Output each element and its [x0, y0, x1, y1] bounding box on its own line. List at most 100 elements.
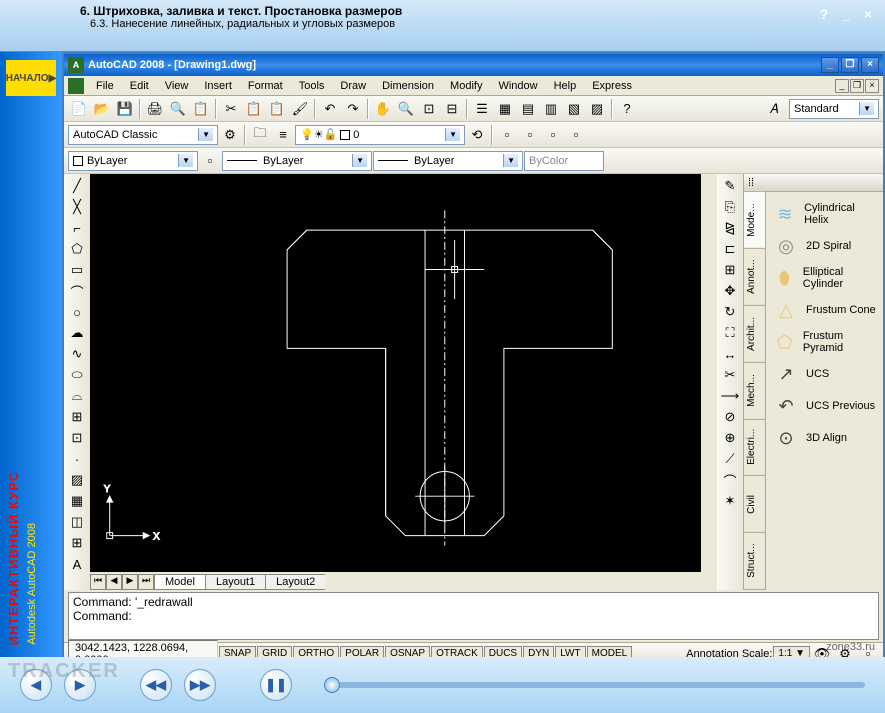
palette-tab-modeling[interactable]: Mode... — [744, 192, 765, 249]
makeblock-tool[interactable]: ⊡ — [66, 428, 88, 448]
menu-format[interactable]: Format — [240, 78, 291, 94]
color-tool-button[interactable]: ▫ — [199, 150, 221, 172]
rectangle-tool[interactable]: ▭ — [66, 260, 88, 280]
color-dropdown[interactable]: ByLayer▼ — [68, 151, 198, 171]
layer-prev-button[interactable]: ⟲ — [466, 124, 488, 146]
offset-tool[interactable]: ⊏ — [719, 239, 741, 259]
layer-tool2-button[interactable]: ▫ — [519, 124, 541, 146]
start-button[interactable]: НАЧАЛО▶ — [6, 60, 56, 96]
layer-tool4-button[interactable]: ▫ — [565, 124, 587, 146]
workspace-settings-button[interactable]: ⚙ — [219, 124, 241, 146]
new-button[interactable]: 📄 — [68, 98, 90, 120]
command-line[interactable]: Command: '_redrawall Command: — [68, 592, 879, 640]
mtext-tool[interactable]: A — [66, 554, 88, 574]
palette-header[interactable]: ⁞⁞ — [744, 174, 883, 192]
player-thumb[interactable] — [324, 677, 340, 693]
open-button[interactable]: 📂 — [91, 98, 113, 120]
palette-tab-annot[interactable]: Annot... — [744, 249, 765, 306]
pan-button[interactable]: ✋ — [372, 98, 394, 120]
textstyle-icon[interactable]: 𝐴 — [763, 98, 785, 120]
copy-button[interactable]: 📋 — [243, 98, 265, 120]
hatch-tool[interactable]: ▨ — [66, 470, 88, 490]
redo-button[interactable]: ↷ — [342, 98, 364, 120]
textstyle-dropdown[interactable]: Standard▼ — [789, 99, 879, 119]
spline-tool[interactable]: ∿ — [66, 344, 88, 364]
explode-tool[interactable]: ✶ — [719, 491, 741, 511]
palette-item-ucsprev[interactable]: ↶UCS Previous — [770, 390, 879, 422]
save-button[interactable]: 💾 — [114, 98, 136, 120]
doc-minimize-button[interactable]: _ — [835, 79, 849, 93]
player-slider[interactable] — [324, 682, 865, 688]
zoom-prev-button[interactable]: ⊟ — [441, 98, 463, 120]
palette-item-3dalign[interactable]: ⊙3D Align — [770, 422, 879, 454]
mirror-tool[interactable]: ⧎ — [719, 218, 741, 238]
window-restore-button[interactable]: ❐ — [841, 57, 859, 73]
tab-last-button[interactable]: ⏭ — [138, 574, 154, 590]
rotate-tool[interactable]: ↻ — [719, 302, 741, 322]
palette-item-helix[interactable]: ≋Cylindrical Helix — [770, 198, 879, 230]
ellipsearc-tool[interactable]: ⌓ — [66, 386, 88, 406]
palette-item-cylinder[interactable]: ⬮Elliptical Cylinder — [770, 262, 879, 294]
minimize-button[interactable]: _ — [837, 6, 855, 22]
menu-modify[interactable]: Modify — [442, 78, 490, 94]
designcenter-button[interactable]: ▦ — [494, 98, 516, 120]
calc-button[interactable]: ▨ — [586, 98, 608, 120]
palette-item-spiral[interactable]: ◎2D Spiral — [770, 230, 879, 262]
lineweight-dropdown[interactable]: ByLayer▼ — [373, 151, 523, 171]
properties-button[interactable]: ☰ — [471, 98, 493, 120]
extend-tool[interactable]: ⟶ — [719, 386, 741, 406]
menu-dimension[interactable]: Dimension — [374, 78, 442, 94]
plotstyle-dropdown[interactable]: ByColor — [524, 151, 604, 171]
player-forward-button[interactable]: ▶▶ — [184, 669, 216, 701]
revcloud-tool[interactable]: ☁ — [66, 323, 88, 343]
match-button[interactable]: 🖌 — [289, 98, 311, 120]
undo-button[interactable]: ↶ — [319, 98, 341, 120]
menu-window[interactable]: Window — [490, 78, 545, 94]
zoom-button[interactable]: 🔍 — [395, 98, 417, 120]
tab-first-button[interactable]: ⏮ — [90, 574, 106, 590]
tab-prev-button[interactable]: ◀ — [106, 574, 122, 590]
tab-layout2[interactable]: Layout2 — [265, 574, 326, 590]
publish-button[interactable]: 📋 — [190, 98, 212, 120]
line-tool[interactable]: ╱ — [66, 176, 88, 196]
pline-tool[interactable]: ⌐ — [66, 218, 88, 238]
palette-item-pyramid[interactable]: ⬠Frustum Pyramid — [770, 326, 879, 358]
trim-tool[interactable]: ✂ — [719, 365, 741, 385]
close-button[interactable]: × — [859, 6, 877, 22]
palette-tab-archit[interactable]: Archit... — [744, 306, 765, 363]
palette-tab-mech[interactable]: Mech... — [744, 363, 765, 420]
layers-button[interactable]: 🗀 — [249, 124, 271, 146]
layer-tool3-button[interactable]: ▫ — [542, 124, 564, 146]
fillet-tool[interactable]: ⌒ — [719, 470, 741, 490]
doc-close-button[interactable]: × — [865, 79, 879, 93]
join-tool[interactable]: ⊕ — [719, 428, 741, 448]
move-tool[interactable]: ✥ — [719, 281, 741, 301]
zoom-window-button[interactable]: ⊡ — [418, 98, 440, 120]
sheetset-button[interactable]: ▥ — [540, 98, 562, 120]
window-minimize-button[interactable]: _ — [821, 57, 839, 73]
erase-tool[interactable]: ✎ — [719, 176, 741, 196]
menu-help[interactable]: Help — [546, 78, 585, 94]
menu-tools[interactable]: Tools — [291, 78, 333, 94]
stretch-tool[interactable]: ↔ — [719, 344, 741, 364]
table-tool[interactable]: ⊞ — [66, 533, 88, 553]
markup-button[interactable]: ▧ — [563, 98, 585, 120]
layer-dropdown[interactable]: 💡 ☀ 🔓 0 ▼ — [295, 125, 465, 145]
player-pause-button[interactable]: ❚❚ — [260, 669, 292, 701]
linetype-dropdown[interactable]: ByLayer▼ — [222, 151, 372, 171]
menu-insert[interactable]: Insert — [196, 78, 240, 94]
window-close-button[interactable]: × — [861, 57, 879, 73]
help-button[interactable]: ? — [616, 98, 638, 120]
menu-view[interactable]: View — [157, 78, 197, 94]
toolpalettes-button[interactable]: ▤ — [517, 98, 539, 120]
print-button[interactable]: 🖨 — [144, 98, 166, 120]
horizontal-scrollbar[interactable] — [325, 574, 717, 590]
workspace-dropdown[interactable]: AutoCAD Classic▼ — [68, 125, 218, 145]
menu-express[interactable]: Express — [584, 78, 640, 94]
arc-tool[interactable]: ⌒ — [66, 281, 88, 301]
copy-tool[interactable]: ⎘ — [719, 197, 741, 217]
palette-tab-civil[interactable]: Civil — [744, 476, 765, 533]
layerstate-button[interactable]: ≡ — [272, 124, 294, 146]
cut-button[interactable]: ✂ — [220, 98, 242, 120]
layer-tool1-button[interactable]: ▫ — [496, 124, 518, 146]
